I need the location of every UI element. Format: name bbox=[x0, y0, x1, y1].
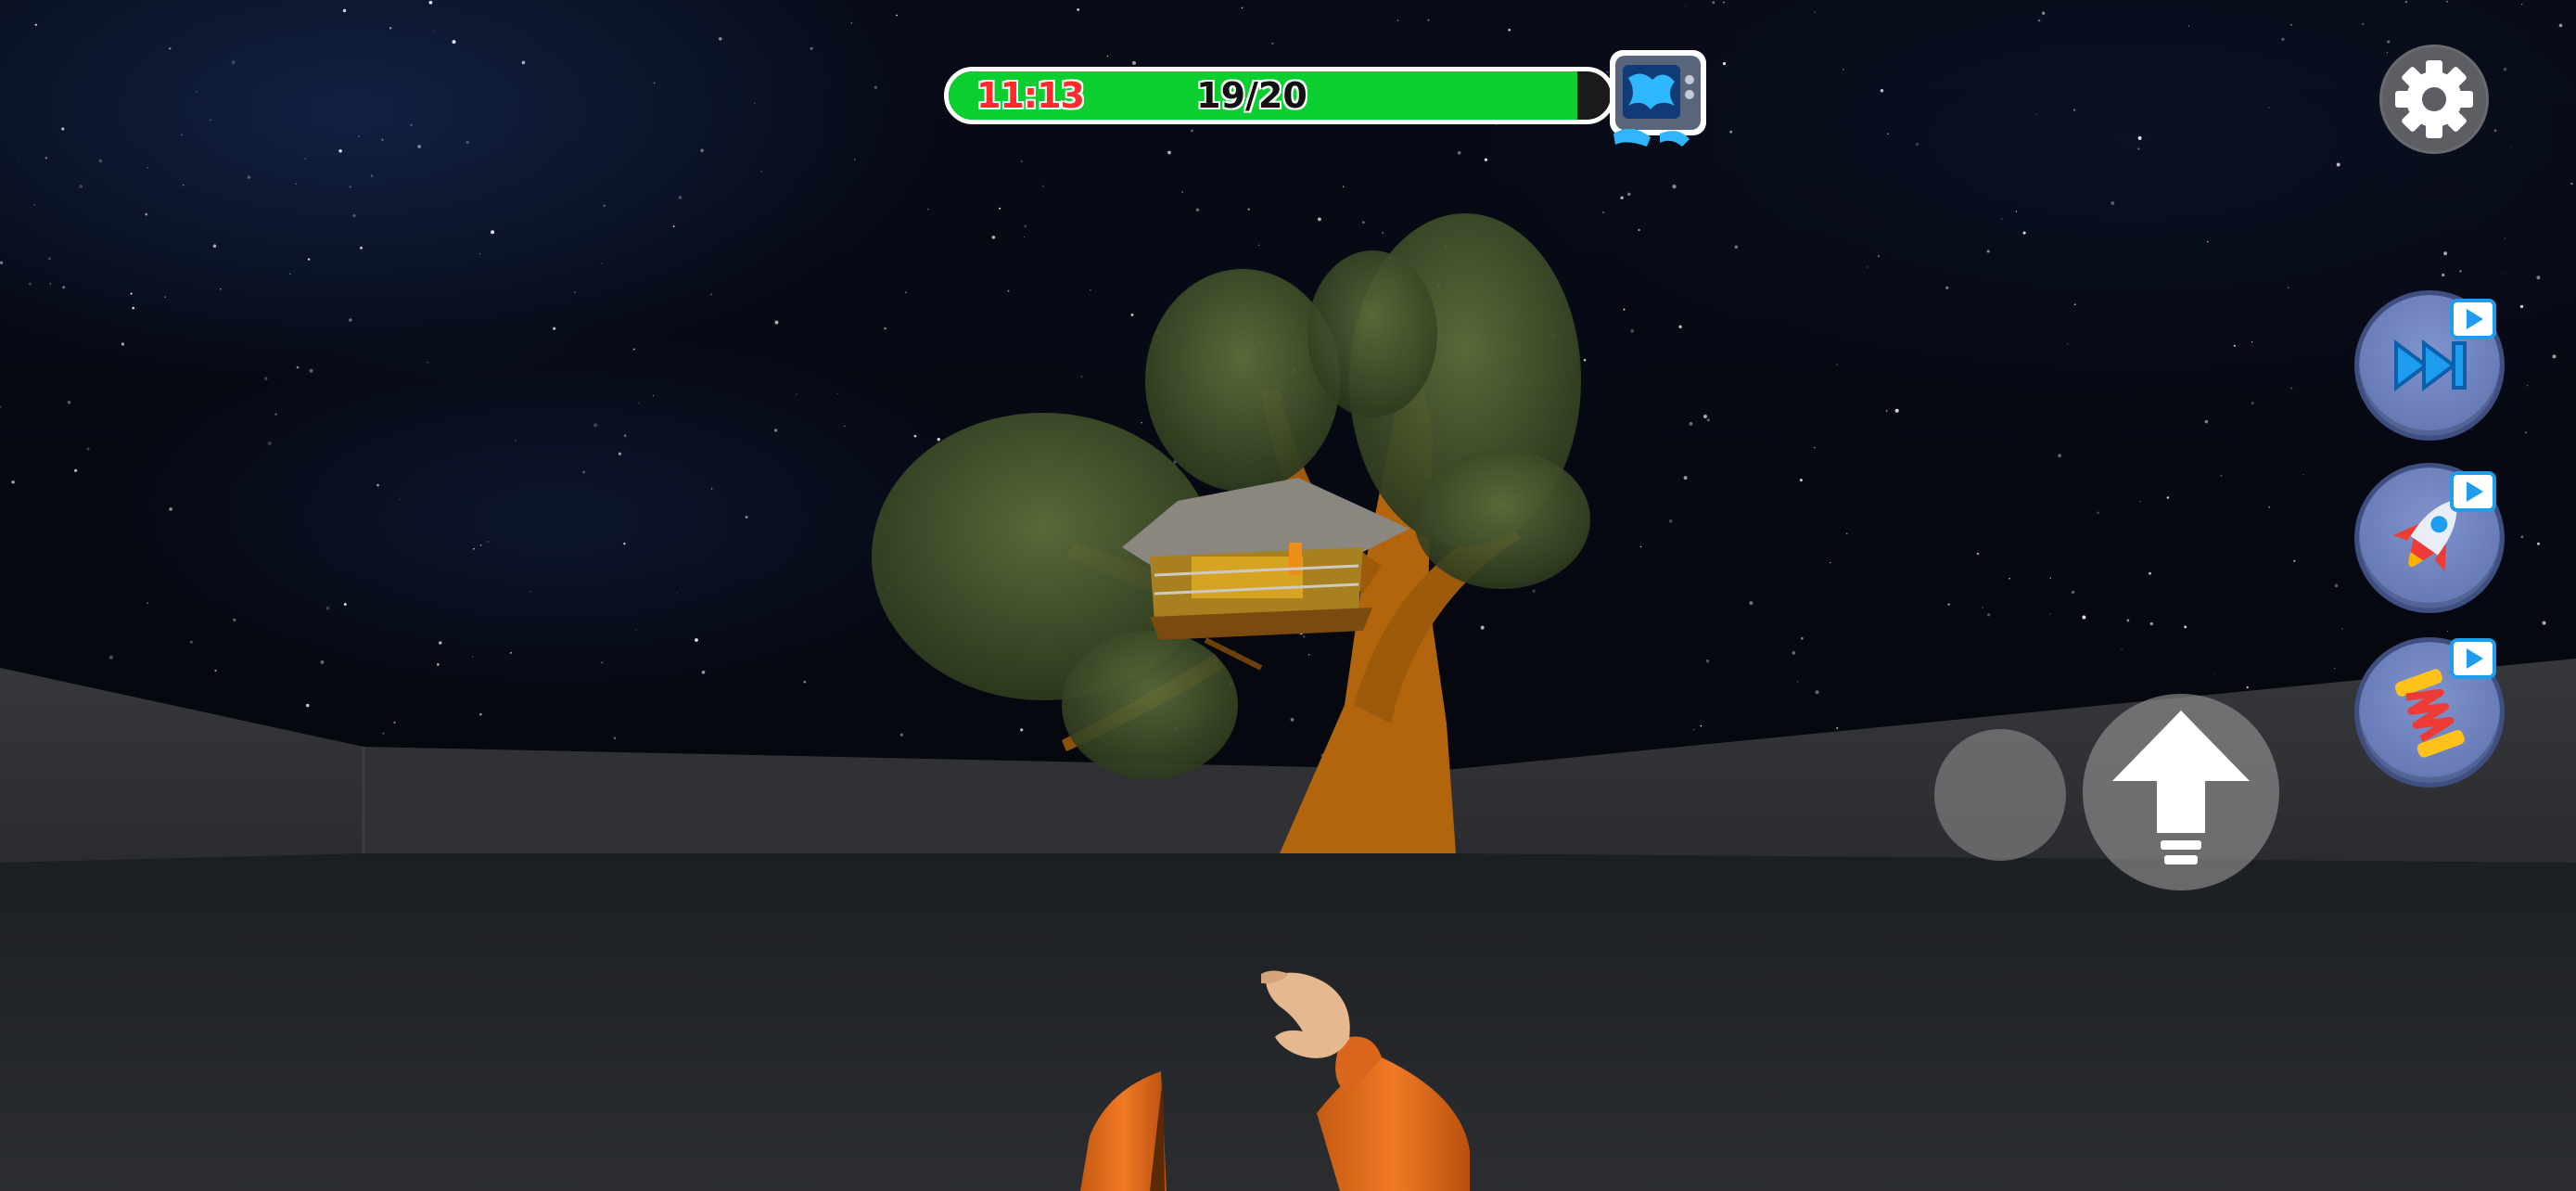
ground bbox=[0, 853, 2576, 1191]
wall-center bbox=[363, 747, 1447, 853]
scene bbox=[0, 213, 2576, 1191]
round-progress-bar: 11:13 19/20 bbox=[944, 67, 1615, 124]
gear-icon bbox=[2395, 60, 2473, 138]
up-arrow-icon bbox=[2112, 711, 2250, 864]
crouch-button[interactable] bbox=[1934, 729, 2066, 861]
tv-reward-icon[interactable] bbox=[1604, 41, 1714, 150]
jump-button[interactable] bbox=[2083, 694, 2279, 890]
video-ad-icon bbox=[2450, 638, 2496, 679]
game-viewport[interactable]: 11:13 19/20 bbox=[0, 0, 2576, 1191]
video-ad-icon bbox=[2450, 471, 2496, 512]
video-ad-icon bbox=[2450, 299, 2496, 339]
progress-count-text: 19/20 bbox=[1196, 75, 1307, 116]
settings-button[interactable] bbox=[2379, 45, 2489, 154]
wall-left bbox=[0, 668, 363, 863]
